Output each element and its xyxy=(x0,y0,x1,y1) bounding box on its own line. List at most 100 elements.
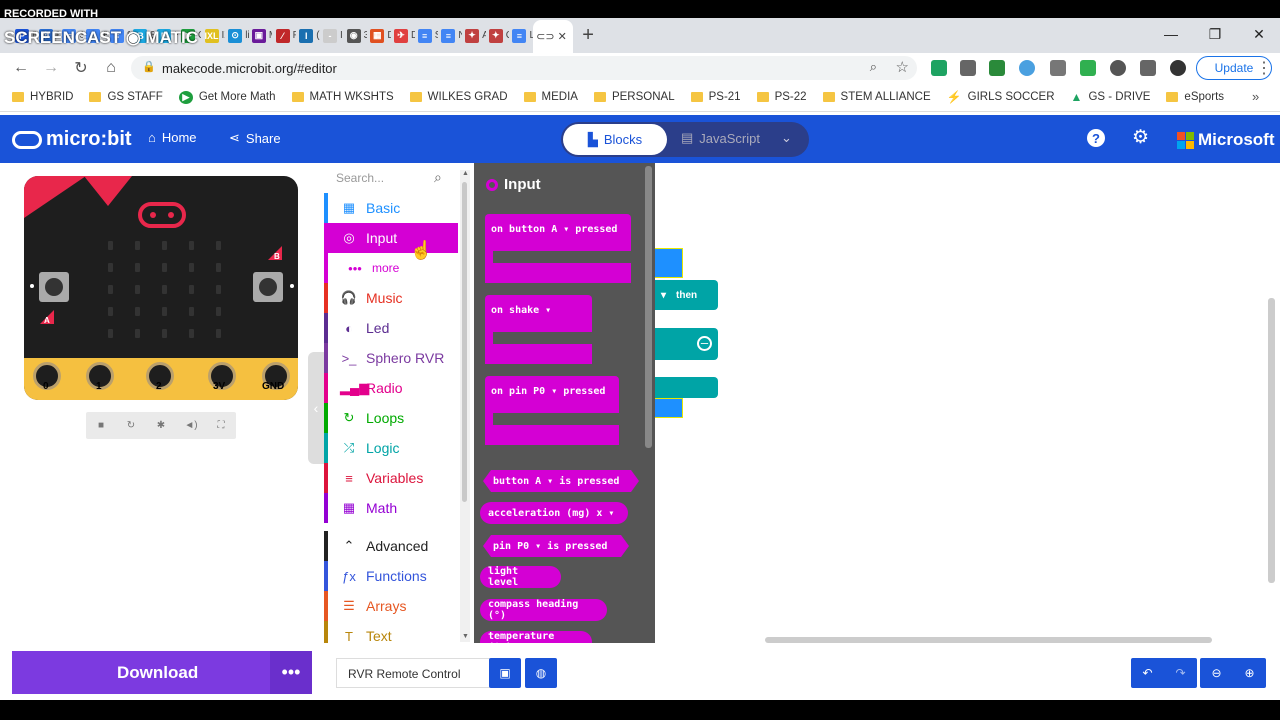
blocks-tab[interactable]: ▙ Blocks xyxy=(563,124,667,155)
bookmark-item[interactable]: ▶ Get More Math xyxy=(178,90,276,104)
drive-extension-icon[interactable] xyxy=(931,60,947,76)
browser-tab[interactable]: ⁄Fc xyxy=(273,21,296,51)
workspace-horizontal-scrollbar[interactable] xyxy=(765,637,1212,643)
temperature-block[interactable]: temperature (°C) xyxy=(480,631,592,643)
extension-icon[interactable] xyxy=(960,60,976,76)
reload-icon[interactable]: ↻ xyxy=(66,58,96,78)
toolbox-search-input[interactable]: Search... xyxy=(336,171,384,185)
toolbox-category-functions[interactable]: ƒx Functions xyxy=(324,561,458,591)
toolbox-category-variables[interactable]: ≡ Variables xyxy=(324,463,458,493)
browser-tab[interactable]: ⊙lit xyxy=(225,21,249,51)
logo-touch-icon[interactable] xyxy=(138,202,186,228)
javascript-tab[interactable]: ▤ JavaScript xyxy=(681,130,760,146)
light-level-block[interactable]: light level xyxy=(480,566,561,588)
bookmark-item[interactable]: ⚡ GIRLS SOCCER xyxy=(947,90,1055,104)
pin-is-pressed-block[interactable]: pin P0 ▾ is pressed xyxy=(483,535,629,557)
toolbox-scroll-thumb[interactable] xyxy=(462,182,467,502)
bookmark-item[interactable]: STEM ALLIANCE xyxy=(822,91,931,103)
toolbox-category-logic[interactable]: ⤮ Logic xyxy=(324,433,458,463)
puzzle-icon[interactable] xyxy=(1140,60,1156,76)
browser-tab[interactable]: ≡Sc xyxy=(415,21,438,51)
download-button[interactable]: Download ••• xyxy=(12,651,312,694)
browser-tab[interactable]: I(C xyxy=(296,21,320,51)
browser-tab[interactable]: ≡N xyxy=(438,21,462,51)
bookmarks-overflow-icon[interactable]: » xyxy=(1252,89,1259,104)
extension-icon[interactable] xyxy=(989,60,1005,76)
toolbox-category-radio[interactable]: ▂▄▆ Radio xyxy=(324,373,458,403)
debug-icon[interactable]: ✱ xyxy=(146,412,176,439)
search-icon[interactable]: ⌕ xyxy=(434,169,442,186)
help-icon[interactable]: ? xyxy=(1087,129,1105,147)
flyout-scrollbar[interactable] xyxy=(645,166,652,448)
save-icon[interactable]: ▣ xyxy=(489,658,521,688)
share-button[interactable]: ⋖ Share xyxy=(229,130,281,146)
profile-icon[interactable] xyxy=(1170,60,1186,76)
bookmark-item[interactable]: MATH WKSHTS xyxy=(291,91,394,103)
remove-circle-icon[interactable]: – xyxy=(697,336,712,351)
bookmark-star-icon[interactable]: ☆ xyxy=(896,58,909,76)
active-browser-tab[interactable]: ⊂⊃ ✕ xyxy=(533,20,574,53)
button-is-pressed-block[interactable]: button A ▾ is pressed xyxy=(483,470,639,492)
on-pin-pressed-block[interactable]: on pin P0 ▾ pressed xyxy=(485,376,619,413)
home-icon[interactable]: ⌂ xyxy=(96,59,126,77)
browser-tab[interactable]: IXLIX xyxy=(202,21,225,51)
workspace-block-bottom[interactable] xyxy=(655,377,718,398)
minimize-icon[interactable]: — xyxy=(1150,18,1192,50)
toolbox-category-loops[interactable]: ↻ Loops xyxy=(324,403,458,433)
compass-heading-block[interactable]: compass heading (°) xyxy=(480,599,607,621)
home-button[interactable]: ⌂ Home xyxy=(148,130,197,145)
bookmark-item[interactable]: MEDIA xyxy=(523,91,578,103)
button-b[interactable] xyxy=(253,272,283,302)
stop-icon[interactable]: ■ xyxy=(86,412,116,439)
workspace-block[interactable] xyxy=(655,248,683,278)
collapse-simulator-handle[interactable]: ‹ xyxy=(308,352,324,464)
chevron-down-icon[interactable]: ⌄ xyxy=(781,130,792,146)
else-block[interactable]: – xyxy=(655,328,718,360)
bookmark-item[interactable]: PS-22 xyxy=(756,91,807,103)
bookmark-item[interactable]: eSports xyxy=(1166,91,1224,103)
zoom-icon[interactable]: ⌕ xyxy=(870,59,877,75)
workspace-block[interactable] xyxy=(655,398,683,418)
workspace-vertical-scrollbar[interactable] xyxy=(1268,298,1275,583)
acceleration-block[interactable]: acceleration (mg) x ▾ xyxy=(480,502,628,524)
browser-tab[interactable]: ✦ A xyxy=(462,21,486,51)
close-window-icon[interactable]: ✕ xyxy=(1238,18,1280,50)
toolbox-category-more[interactable]: ••• more xyxy=(324,253,458,283)
toolbox-category-arrays[interactable]: ☰ Arrays xyxy=(324,591,458,621)
extension-icon[interactable] xyxy=(1080,60,1096,76)
browser-tab[interactable]: ✦Cl xyxy=(486,21,509,51)
toolbox-category-input[interactable]: ◎ Input xyxy=(324,223,458,253)
undo-icon[interactable]: ↶ xyxy=(1142,666,1152,680)
button-a[interactable] xyxy=(39,272,69,302)
zoom-in-icon[interactable]: ⊕ xyxy=(1244,666,1254,680)
restore-icon[interactable]: ❐ xyxy=(1194,18,1236,50)
toolbox-category-text[interactable]: T Text xyxy=(324,621,458,643)
microbit-simulator-board[interactable]: A B 0 1 2 3V GND xyxy=(24,176,298,400)
toolbox-category-basic[interactable]: ▦ Basic xyxy=(324,193,458,223)
omnibox[interactable]: 🔒 makecode.microbit.org/#editor ⌕ ☆ xyxy=(131,56,917,80)
kebab-menu-icon[interactable]: ⋮ xyxy=(1256,58,1272,78)
project-name-input[interactable]: RVR Remote Control xyxy=(336,658,490,688)
extension-icon[interactable] xyxy=(1050,60,1066,76)
redo-icon[interactable]: ↷ xyxy=(1175,666,1185,680)
toolbox-category-music[interactable]: 🎧 Music xyxy=(324,283,458,313)
toolbox-scrollbar[interactable]: ▲ ▼ xyxy=(460,170,470,642)
browser-tab[interactable]: ▣M xyxy=(249,21,272,51)
toolbox-category-sphero-rvr[interactable]: >_ Sphero RVR xyxy=(324,343,458,373)
blocks-workspace[interactable] xyxy=(655,163,1280,643)
extension-icon[interactable] xyxy=(1019,60,1035,76)
zoom-out-icon[interactable]: ⊖ xyxy=(1211,666,1221,680)
microbit-logo[interactable]: micro:bit xyxy=(12,128,132,151)
browser-tab[interactable]: -IL xyxy=(320,21,343,51)
bookmark-item[interactable]: HYBRID xyxy=(12,91,73,103)
browser-tab[interactable]: ◉31 xyxy=(344,21,367,51)
bookmark-item[interactable]: ▲ GS - DRIVE xyxy=(1071,90,1151,104)
new-tab-button[interactable]: + xyxy=(573,24,603,47)
on-shake-block[interactable]: on shake ▾ xyxy=(485,295,592,332)
browser-tab[interactable]: ▦D xyxy=(367,21,391,51)
fullscreen-icon[interactable]: ⛶ xyxy=(206,412,236,439)
github-icon[interactable]: ◍ xyxy=(525,658,557,688)
extension-icon[interactable] xyxy=(1110,60,1126,76)
settings-gear-icon[interactable]: ⚙ xyxy=(1132,126,1149,149)
more-options-icon[interactable]: ••• xyxy=(270,651,312,694)
